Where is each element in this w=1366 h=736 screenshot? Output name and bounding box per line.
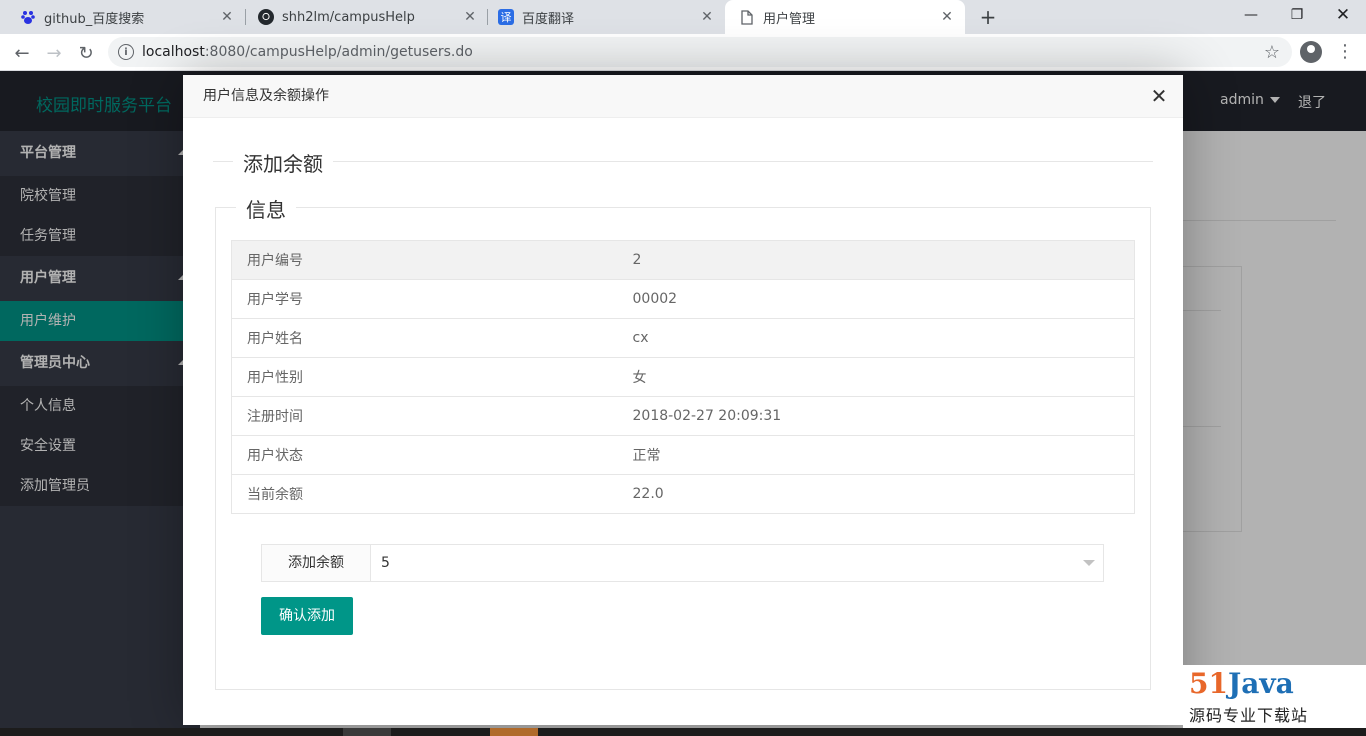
taskbar-app[interactable]: [490, 728, 538, 736]
github-icon: [258, 9, 274, 25]
more-menu-icon[interactable]: ⋮: [1336, 41, 1354, 63]
table-row: 用户性别女: [231, 357, 1135, 397]
add-balance-label: 添加余额: [261, 544, 371, 582]
row-value: cx: [617, 318, 1135, 358]
row-key: 用户姓名: [231, 318, 618, 358]
page-icon: [739, 9, 755, 25]
close-icon[interactable]: ✕: [219, 9, 235, 25]
taskbar-app[interactable]: [343, 728, 391, 736]
dialog-header: 用户信息及余额操作 ✕: [183, 75, 1183, 118]
reload-icon[interactable]: ↻: [72, 39, 100, 67]
row-value: 女: [617, 357, 1135, 397]
restore-icon[interactable]: ❐: [1274, 0, 1320, 30]
browser-tab-1[interactable]: github_百度搜索 ✕: [0, 0, 245, 34]
browser-tab-3[interactable]: 译 百度翻译 ✕: [488, 0, 725, 34]
row-key: 用户性别: [231, 357, 618, 397]
table-row: 用户学号 00002: [231, 279, 1135, 319]
table-row: 当前余额 22.0: [231, 474, 1135, 514]
browser-tab-4[interactable]: 用户管理 ✕: [725, 0, 965, 34]
fieldset-title: 信息: [236, 194, 296, 223]
dialog-title: 用户信息及余额操作: [203, 88, 329, 104]
info-icon[interactable]: i: [118, 44, 134, 60]
row-key: 用户编号: [231, 240, 618, 280]
watermark-subtitle: 源码专业下载站: [1189, 706, 1309, 725]
table-row: 用户状态 正常: [231, 435, 1135, 475]
url-text: localhost:8080/campusHelp/admin/getusers…: [142, 44, 473, 60]
row-value: 00002: [617, 279, 1135, 319]
minimize-icon[interactable]: —: [1228, 0, 1274, 30]
back-icon[interactable]: ←: [8, 39, 36, 67]
row-value: 2: [617, 240, 1135, 280]
address-bar[interactable]: i localhost:8080/campusHelp/admin/getuse…: [108, 37, 1292, 67]
close-icon[interactable]: ✕: [939, 9, 955, 25]
new-tab-icon[interactable]: +: [976, 5, 1000, 29]
confirm-add-button[interactable]: 确认添加: [261, 597, 353, 635]
browser-tab-2[interactable]: shh2lm/campusHelp ✕: [246, 0, 488, 34]
tab-label: 用户管理: [763, 11, 816, 27]
table-row: 注册时间 2018-02-27 20:09:31: [231, 396, 1135, 436]
window-close-icon[interactable]: ✕: [1320, 0, 1366, 30]
watermark-logo: 51Java 源码专业下载站: [1183, 665, 1366, 736]
row-key: 注册时间: [231, 396, 618, 436]
close-icon[interactable]: ✕: [699, 9, 715, 25]
translate-icon: 译: [498, 9, 514, 25]
table-row: 用户编号 2: [231, 240, 1135, 280]
watermark-title: 51Java: [1189, 667, 1294, 700]
baidu-paw-icon: [20, 9, 36, 25]
account-icon[interactable]: [1300, 41, 1322, 63]
close-icon[interactable]: ✕: [462, 9, 478, 25]
row-value: 22.0: [617, 474, 1135, 514]
user-info-table: 用户编号 2 用户学号 00002 用户姓名 cx 用户性别女 注册时间 2018-02…: [231, 240, 1135, 514]
add-balance-form-row: 添加余额 5: [261, 544, 1104, 582]
row-key: 用户学号: [231, 279, 618, 319]
section-title: 添加余额: [233, 148, 333, 177]
row-value: 2018-02-27 20:09:31: [617, 396, 1135, 436]
table-row: 用户姓名 cx: [231, 318, 1135, 358]
browser-toolbar: ← → ↻ i localhost:8080/campusHelp/admin/…: [0, 34, 1366, 71]
os-taskbar: [0, 728, 1366, 736]
forward-icon[interactable]: →: [40, 39, 68, 67]
chevron-down-icon: [1083, 560, 1095, 566]
tab-label: 百度翻译: [522, 11, 575, 27]
section-divider: [213, 161, 1153, 162]
row-key: 用户状态: [231, 435, 618, 475]
user-balance-dialog: 用户信息及余额操作 ✕ 添加余额 信息 用户编号 2 用户学号 00002 用户姓名…: [183, 75, 1183, 725]
close-icon[interactable]: ✕: [1149, 85, 1169, 107]
add-balance-select[interactable]: 5: [370, 544, 1104, 582]
row-value: 正常: [617, 435, 1135, 475]
row-key: 当前余额: [231, 474, 618, 514]
tab-label: shh2lm/campusHelp: [282, 9, 415, 25]
bookmark-star-icon[interactable]: ☆: [1264, 42, 1280, 63]
browser-tab-bar: github_百度搜索 ✕ shh2lm/campusHelp ✕ 译 百度翻译…: [0, 0, 1366, 34]
selected-value: 5: [381, 555, 390, 571]
tab-label: github_百度搜索: [44, 11, 145, 27]
